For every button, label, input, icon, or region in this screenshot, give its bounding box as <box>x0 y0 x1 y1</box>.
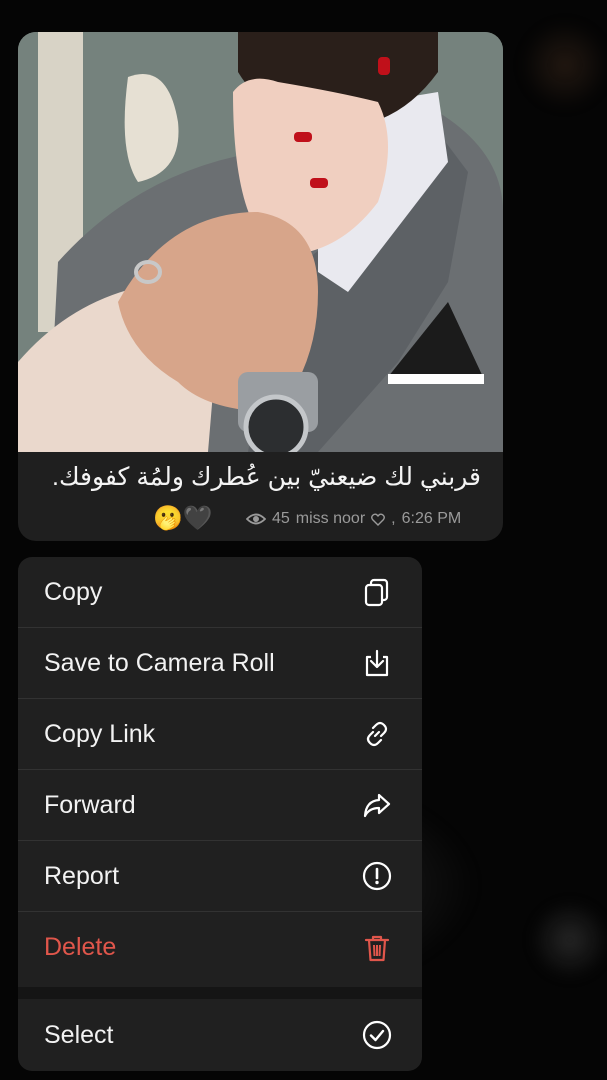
menu-section-divider <box>18 987 422 999</box>
emoji-reactions: 🫢🖤 <box>153 505 213 532</box>
author-name: miss noor <box>295 510 366 527</box>
trash-icon <box>360 931 394 965</box>
message-time: 6:26 PM <box>401 510 462 527</box>
message-photo[interactable] <box>18 32 503 452</box>
view-count: 45 <box>272 510 290 527</box>
background-blur <box>530 900 607 980</box>
eye-icon <box>246 513 266 525</box>
message-meta: 45 miss noor , 6:26 PM <box>246 510 461 528</box>
comma-separator: , <box>391 510 396 527</box>
menu-item-forward[interactable]: Forward <box>18 770 422 841</box>
heart-icon <box>371 512 386 526</box>
message-caption: قربني لك ضيعنيّ بين عُطرك ولمُة كفوفك. <box>52 463 481 491</box>
menu-item-save-to-camera-roll[interactable]: Save to Camera Roll <box>18 628 422 699</box>
menu-item-label: Copy Link <box>44 719 156 748</box>
copy-icon <box>360 575 394 609</box>
menu-item-report[interactable]: Report <box>18 841 422 912</box>
link-icon <box>360 717 394 751</box>
context-menu: Copy Save to Camera Roll Copy Link Forwa… <box>18 557 422 1071</box>
report-icon <box>360 859 394 893</box>
message-bubble[interactable]: قربني لك ضيعنيّ بين عُطرك ولمُة كفوفك. 🫢… <box>18 32 503 541</box>
menu-item-copy-link[interactable]: Copy Link <box>18 699 422 770</box>
menu-item-label: Select <box>44 1020 114 1049</box>
menu-item-delete[interactable]: Delete <box>18 912 422 983</box>
menu-item-select[interactable]: Select <box>18 999 422 1071</box>
menu-item-label: Save to Camera Roll <box>44 648 275 677</box>
download-icon <box>360 646 394 680</box>
menu-item-copy[interactable]: Copy <box>18 557 422 628</box>
menu-item-label: Report <box>44 861 120 890</box>
couple-photo-illustration <box>18 32 503 452</box>
background-blur <box>520 20 607 110</box>
forward-icon <box>360 788 394 822</box>
menu-item-label: Forward <box>44 790 136 819</box>
menu-item-label: Delete <box>44 933 117 961</box>
menu-item-label: Copy <box>44 577 103 606</box>
message-footer: 🫢🖤 45 miss noor , 6:26 PM <box>18 502 503 536</box>
select-check-icon <box>360 1018 394 1052</box>
